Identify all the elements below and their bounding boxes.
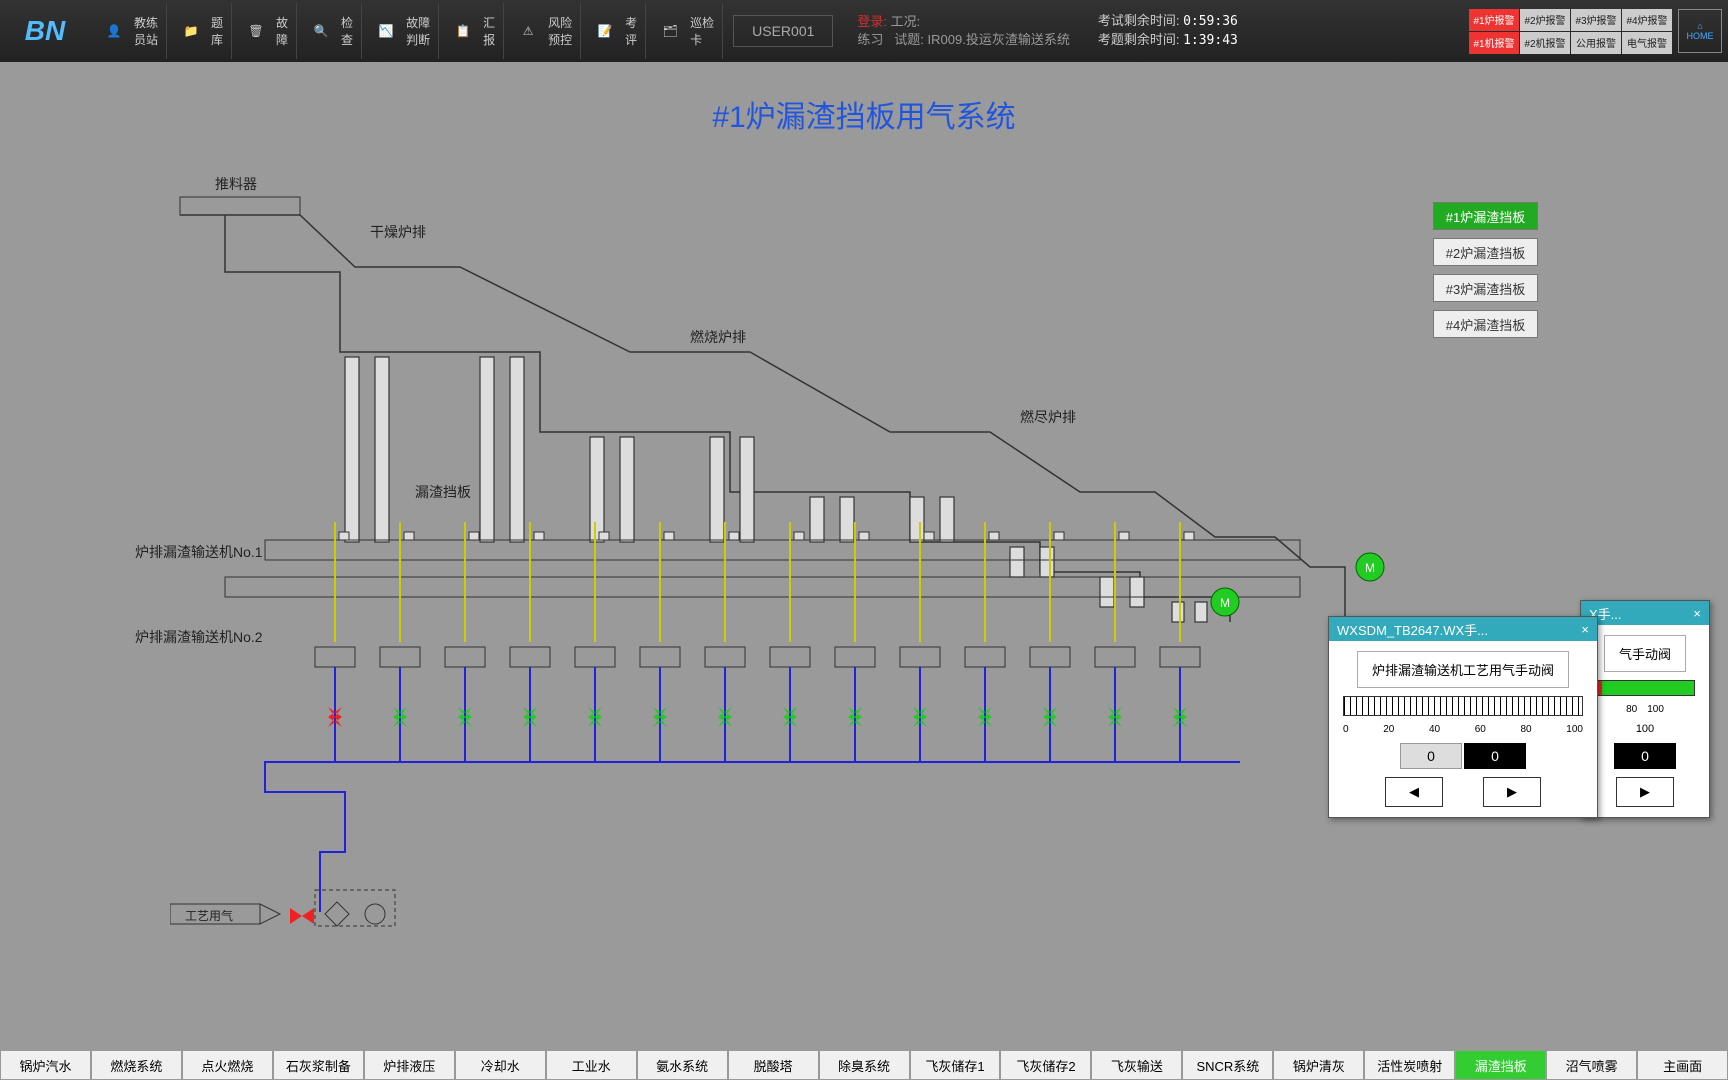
clipboard-icon: 📋 (447, 19, 479, 43)
person-icon: 👤 (98, 19, 130, 43)
alarm-cell[interactable]: 电气报警 (1622, 32, 1672, 54)
popup-ruler[interactable] (1343, 696, 1583, 716)
card-icon: 🗂 (654, 19, 686, 43)
label-pusher: 推料器 (215, 174, 257, 194)
nav-item[interactable]: 除臭系统 (819, 1050, 910, 1080)
doc-icon: 📝 (589, 19, 621, 43)
alarm-cell[interactable]: 公用报警 (1571, 32, 1621, 54)
alarm-grid: #1炉报警#2炉报警#3炉报警#4炉报警 #1机报警#2机报警公用报警电气报警 (1469, 9, 1672, 54)
arrow-left-icon: ◀ (1409, 784, 1419, 800)
logo: BN (0, 6, 90, 56)
popup-actual: 0 (1464, 743, 1526, 769)
popup-desc: 炉排漏渣输送机工艺用气手动阀 (1357, 651, 1569, 688)
tool-question-bank[interactable]: 📁题库 (167, 3, 232, 59)
search-icon: 🔍 (305, 19, 337, 43)
nav-item[interactable]: 飞灰储存1 (910, 1050, 1001, 1080)
nav-item[interactable]: 漏渣挡板 (1455, 1050, 1546, 1080)
tool-risk[interactable]: ⚠风险预控 (504, 3, 581, 59)
nav-item[interactable]: 点火燃烧 (182, 1050, 273, 1080)
popup2-value: 0 (1614, 743, 1676, 769)
nav-item[interactable]: 冷却水 (455, 1050, 546, 1080)
nav-item[interactable]: 脱酸塔 (728, 1050, 819, 1080)
svg-text:M: M (1220, 596, 1230, 610)
folder-icon: 📁 (175, 19, 207, 43)
nav-item[interactable]: 工业水 (546, 1050, 637, 1080)
tool-patrol-card[interactable]: 🗂巡检卡 (646, 3, 723, 59)
timer-block: 考试剩余时间: 0:59:36 考题剩余时间: 1:39:43 (1084, 12, 1252, 50)
alarm-cell[interactable]: #4炉报警 (1622, 9, 1672, 31)
valve-popup-back: X手...× 气手动阀 80100 100 0 ▶ (1580, 600, 1710, 818)
chart-icon: 📉 (370, 19, 402, 43)
home-button[interactable]: ⌂ HOME (1678, 9, 1722, 53)
nav-item[interactable]: 氨水系统 (637, 1050, 728, 1080)
schematic-diagram: M M 推料器 干燥炉排 燃烧炉排 燃尽炉排 漏渣挡板 炉排漏渣输送机No.1 … (170, 182, 1500, 942)
schematic-svg: M M (170, 182, 1500, 942)
popup2-arrow-right[interactable]: ▶ (1616, 777, 1674, 807)
tool-fault-judge[interactable]: 📉故障判断 (362, 3, 439, 59)
tool-inspect[interactable]: 🔍检查 (297, 3, 362, 59)
warning-icon: ⚠ (512, 19, 544, 43)
tool-report[interactable]: 📋汇报 (439, 3, 504, 59)
nav-item[interactable]: 锅炉清灰 (1273, 1050, 1364, 1080)
label-dry-grate: 干燥炉排 (370, 222, 426, 242)
nav-item[interactable]: SNCR系统 (1182, 1050, 1273, 1080)
home-icon: ⌂ (1697, 21, 1702, 31)
label-conveyor2: 炉排漏渣输送机No.2 (135, 627, 263, 647)
nav-item[interactable]: 石灰浆制备 (273, 1050, 364, 1080)
alarm-cell[interactable]: #3炉报警 (1571, 9, 1621, 31)
nav-item[interactable]: 飞灰储存2 (1000, 1050, 1091, 1080)
tool-exam[interactable]: 📝考评 (581, 3, 646, 59)
popup-setpoint[interactable]: 0 (1400, 743, 1462, 769)
nav-item[interactable]: 活性炭喷射 (1364, 1050, 1455, 1080)
popup2-ruler[interactable] (1595, 680, 1695, 696)
increase-button[interactable]: ▶ (1483, 777, 1541, 807)
alarm-cell[interactable]: #2炉报警 (1520, 9, 1570, 31)
decrease-button[interactable]: ◀ (1385, 777, 1443, 807)
close-icon[interactable]: × (1581, 622, 1589, 637)
session-info: 登录: 工况: 练习 试题: IR009.投运灰渣输送系统 (843, 13, 1083, 49)
label-process-air: 工艺用气 (185, 907, 233, 924)
label-conveyor1: 炉排漏渣输送机No.1 (135, 542, 263, 562)
alarm-cell[interactable]: #2机报警 (1520, 32, 1570, 54)
popup-titlebar[interactable]: WXSDM_TB2647.WX手... × (1329, 617, 1597, 641)
label-burn-grate: 燃烧炉排 (690, 327, 746, 347)
popup-title: WXSDM_TB2647.WX手... (1337, 620, 1488, 639)
label-slag-baffle: 漏渣挡板 (415, 482, 471, 502)
nav-item[interactable]: 主画面 (1637, 1050, 1728, 1080)
user-display: USER001 (733, 15, 833, 47)
label-burnout-grate: 燃尽炉排 (1020, 407, 1076, 427)
bottom-nav: 锅炉汽水燃烧系统点火燃烧石灰浆制备炉排液压冷却水工业水氨水系统脱酸塔除臭系统飞灰… (0, 1050, 1728, 1080)
nav-item[interactable]: 燃烧系统 (91, 1050, 182, 1080)
page-title: #1炉漏渣挡板用气系统 (712, 92, 1015, 136)
valve-popup: WXSDM_TB2647.WX手... × 炉排漏渣输送机工艺用气手动阀 020… (1328, 616, 1598, 818)
alarm-cell[interactable]: #1炉报警 (1469, 9, 1519, 31)
nav-item[interactable]: 锅炉汽水 (0, 1050, 91, 1080)
alarm-cell[interactable]: #1机报警 (1469, 32, 1519, 54)
close-icon[interactable]: × (1693, 606, 1701, 621)
svg-text:M: M (1365, 561, 1375, 575)
arrow-right-icon: ▶ (1507, 784, 1517, 800)
tool-coach-station[interactable]: 👤教练员站 (90, 3, 167, 59)
popup2-desc: 气手动阀 (1604, 635, 1686, 672)
top-toolbar: BN 👤教练员站 📁题库 🗑故障 🔍检查 📉故障判断 📋汇报 ⚠风险预控 📝考评… (0, 0, 1728, 62)
trash-icon: 🗑 (240, 19, 272, 43)
popup-scale: 020406080100 (1343, 724, 1583, 735)
nav-item[interactable]: 炉排液压 (364, 1050, 455, 1080)
main-canvas: #1炉漏渣挡板用气系统 #1炉漏渣挡板#2炉漏渣挡板#3炉漏渣挡板#4炉漏渣挡板 (0, 62, 1728, 1050)
nav-item[interactable]: 沼气喷雾 (1546, 1050, 1637, 1080)
nav-item[interactable]: 飞灰输送 (1091, 1050, 1182, 1080)
popup2-titlebar[interactable]: X手...× (1581, 601, 1709, 625)
tool-fault[interactable]: 🗑故障 (232, 3, 297, 59)
